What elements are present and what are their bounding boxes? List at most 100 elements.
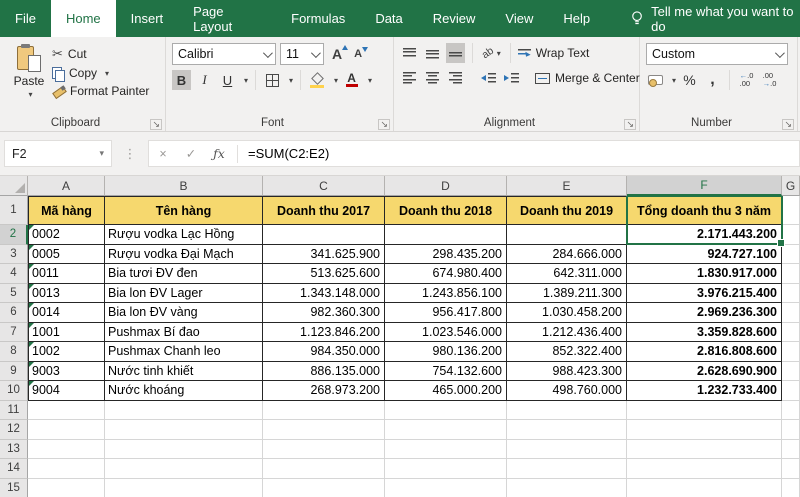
cell-C2[interactable] xyxy=(263,225,385,245)
cell-G4[interactable] xyxy=(782,264,800,284)
cell-G7[interactable] xyxy=(782,323,800,343)
formula-input[interactable]: =SUM(C2:E2) xyxy=(242,146,329,161)
decrease-decimal-button[interactable]: .00→.0 xyxy=(760,70,779,90)
cell-A3[interactable]: 0005 xyxy=(28,245,105,265)
row-header-10[interactable]: 10 xyxy=(0,381,28,401)
font-name-select[interactable]: Calibri xyxy=(172,43,276,65)
italic-button[interactable]: I xyxy=(195,70,214,90)
cell-B4[interactable]: Bia tươi ĐV đen xyxy=(105,264,263,284)
row-header-6[interactable]: 6 xyxy=(0,303,28,323)
row-header-11[interactable]: 11 xyxy=(0,401,28,421)
cell-B12[interactable] xyxy=(105,420,263,440)
tab-formulas[interactable]: Formulas xyxy=(276,0,360,37)
cell-A14[interactable] xyxy=(28,459,105,479)
cell-F3[interactable]: 924.727.100 xyxy=(627,245,782,265)
cell-F11[interactable] xyxy=(627,401,782,421)
cell-E4[interactable]: 642.311.000 xyxy=(507,264,627,284)
column-header-C[interactable]: C xyxy=(263,176,385,196)
font-size-select[interactable]: 11 xyxy=(280,43,324,65)
row-header-2[interactable]: 2 xyxy=(0,225,28,245)
cell-A6[interactable]: 0014 xyxy=(28,303,105,323)
cell-D12[interactable] xyxy=(385,420,507,440)
align-center-button[interactable] xyxy=(423,68,442,88)
cell-G5[interactable] xyxy=(782,284,800,304)
row-header-14[interactable]: 14 xyxy=(0,459,28,479)
cell-E3[interactable]: 284.666.000 xyxy=(507,245,627,265)
tab-data[interactable]: Data xyxy=(360,0,417,37)
cell-D6[interactable]: 956.417.800 xyxy=(385,303,507,323)
align-right-button[interactable] xyxy=(446,68,465,88)
cell-C15[interactable] xyxy=(263,479,385,497)
cell-C6[interactable]: 982.360.300 xyxy=(263,303,385,323)
cell-B1[interactable]: Tên hàng xyxy=(105,196,263,225)
orientation-button[interactable]: ab▾ xyxy=(480,43,503,63)
borders-button[interactable] xyxy=(263,70,282,90)
name-box[interactable]: F2 ▾ xyxy=(4,140,112,167)
insert-function-button[interactable]: ƒx xyxy=(205,146,233,161)
grow-font-button[interactable]: A xyxy=(328,46,346,62)
cell-F4[interactable]: 1.830.917.000 xyxy=(627,264,782,284)
cell-C9[interactable]: 886.135.000 xyxy=(263,362,385,382)
cell-F10[interactable]: 1.232.733.400 xyxy=(627,381,782,401)
cell-E11[interactable] xyxy=(507,401,627,421)
cell-C1[interactable]: Doanh thu 2017 xyxy=(263,196,385,225)
row-header-12[interactable]: 12 xyxy=(0,420,28,440)
cell-B2[interactable]: Rượu vodka Lạc Hồng xyxy=(105,225,263,245)
cell-A11[interactable] xyxy=(28,401,105,421)
cell-C13[interactable] xyxy=(263,440,385,460)
cell-F13[interactable] xyxy=(627,440,782,460)
font-color-button[interactable]: A xyxy=(342,70,361,90)
row-header-4[interactable]: 4 xyxy=(0,264,28,284)
cell-B14[interactable] xyxy=(105,459,263,479)
cell-G2[interactable] xyxy=(782,225,800,245)
cell-C10[interactable]: 268.973.200 xyxy=(263,381,385,401)
cell-G15[interactable] xyxy=(782,479,800,497)
increase-indent-button[interactable] xyxy=(502,68,521,88)
bold-button[interactable]: B xyxy=(172,70,191,90)
cut-button[interactable]: ✂ Cut xyxy=(52,46,149,62)
cell-E13[interactable] xyxy=(507,440,627,460)
cell-G8[interactable] xyxy=(782,342,800,362)
fill-color-button[interactable] xyxy=(308,70,327,90)
cell-D14[interactable] xyxy=(385,459,507,479)
paste-button[interactable]: Paste ▾ xyxy=(6,41,52,114)
cell-B10[interactable]: Nước khoáng xyxy=(105,381,263,401)
cell-E15[interactable] xyxy=(507,479,627,497)
cell-F15[interactable] xyxy=(627,479,782,497)
cell-G13[interactable] xyxy=(782,440,800,460)
font-dialog-launcher-icon[interactable]: ↘ xyxy=(378,119,390,130)
row-header-8[interactable]: 8 xyxy=(0,342,28,362)
cell-D7[interactable]: 1.023.546.000 xyxy=(385,323,507,343)
align-left-button[interactable] xyxy=(400,68,419,88)
cell-A5[interactable]: 0013 xyxy=(28,284,105,304)
cell-D2[interactable] xyxy=(385,225,507,245)
decrease-indent-button[interactable] xyxy=(479,68,498,88)
clipboard-dialog-launcher-icon[interactable]: ↘ xyxy=(150,119,162,130)
cell-B11[interactable] xyxy=(105,401,263,421)
row-header-9[interactable]: 9 xyxy=(0,362,28,382)
cell-F14[interactable] xyxy=(627,459,782,479)
cell-F7[interactable]: 3.359.828.600 xyxy=(627,323,782,343)
cell-G3[interactable] xyxy=(782,245,800,265)
tab-file[interactable]: File xyxy=(0,0,51,37)
cell-E2[interactable] xyxy=(507,225,627,245)
cell-G6[interactable] xyxy=(782,303,800,323)
merge-center-button[interactable]: Merge & Center ▾ xyxy=(535,71,652,85)
cell-A1[interactable]: Mã hàng xyxy=(28,196,105,225)
tab-review[interactable]: Review xyxy=(418,0,491,37)
cell-B15[interactable] xyxy=(105,479,263,497)
cell-B7[interactable]: Pushmax Bí đao xyxy=(105,323,263,343)
cell-C4[interactable]: 513.625.600 xyxy=(263,264,385,284)
cell-A13[interactable] xyxy=(28,440,105,460)
format-painter-button[interactable]: Format Painter xyxy=(52,84,149,98)
cell-G10[interactable] xyxy=(782,381,800,401)
column-header-A[interactable]: A xyxy=(28,176,105,196)
cell-B6[interactable]: Bia lon ĐV vàng xyxy=(105,303,263,323)
cell-G9[interactable] xyxy=(782,362,800,382)
row-header-13[interactable]: 13 xyxy=(0,440,28,460)
comma-style-button[interactable]: , xyxy=(703,70,722,90)
enter-button[interactable]: ✓ xyxy=(177,146,205,161)
cell-C14[interactable] xyxy=(263,459,385,479)
cell-C12[interactable] xyxy=(263,420,385,440)
cell-B5[interactable]: Bia lon ĐV Lager xyxy=(105,284,263,304)
